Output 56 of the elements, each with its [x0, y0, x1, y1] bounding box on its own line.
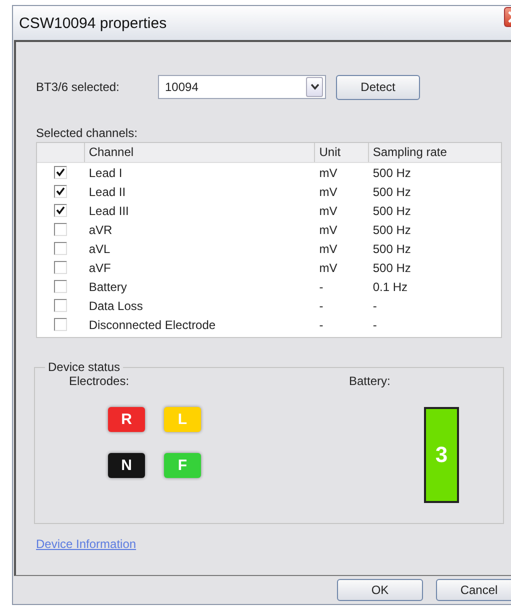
table-cell-text: Data Loss [88, 298, 144, 312]
table-cell-text: Lead I [88, 166, 124, 180]
section-label: Selected channels: [36, 126, 138, 142]
table-cell-text: Battery [88, 280, 128, 294]
device-label: BT3/6 selected: [36, 80, 120, 94]
table-cell-text: 500 Hz [372, 260, 412, 274]
electrodes-label: Electrodes: [69, 374, 130, 390]
table-cell-text: 500 Hz [372, 242, 412, 256]
table-cell-text: Lead II [88, 184, 127, 198]
column-header[interactable]: Channel [84, 143, 314, 162]
checkbox[interactable] [54, 261, 67, 274]
table-cell-text: - [372, 318, 378, 332]
dropdown-button[interactable] [306, 77, 323, 97]
electrode-indicator: N [108, 453, 145, 478]
table-cell-text: - [318, 318, 324, 332]
table-cell-text: mV [318, 260, 338, 274]
column-header[interactable]: Unit [314, 143, 368, 162]
checkbox[interactable] [54, 299, 67, 312]
table-cell-text: mV [318, 222, 338, 236]
table-cell-text: 500 Hz [372, 184, 412, 198]
table-cell-text: - [318, 298, 324, 312]
table-cell-text: mV [318, 184, 338, 198]
table-cell-text: - [372, 298, 378, 312]
table-cell-text: aVF [88, 260, 112, 274]
device-dropdown[interactable]: 10094 [158, 75, 326, 99]
table-cell-text: Lead III [88, 204, 130, 218]
checkbox[interactable] [54, 166, 67, 179]
group-title: Device status [47, 360, 122, 374]
column-header[interactable]: Sampling rate [368, 143, 501, 162]
battery-label: Battery: [349, 374, 392, 390]
table-cell-text: 500 Hz [372, 166, 412, 180]
table-cell-text: aVR [88, 222, 114, 236]
detect-button[interactable]: Detect [336, 74, 420, 100]
table-cell-text: 0.1 Hz [372, 280, 409, 294]
table-cell-text: aVL [88, 242, 112, 256]
dialog-button[interactable]: Cancel [436, 579, 511, 601]
checkbox[interactable] [54, 223, 67, 236]
table-cell-text: 500 Hz [372, 204, 412, 218]
dialog-button[interactable]: OK [337, 579, 423, 601]
battery-indicator: 3 [424, 407, 459, 503]
table-cell-text: mV [318, 204, 338, 218]
checkbox[interactable] [54, 280, 67, 293]
checkbox[interactable] [54, 242, 67, 255]
table-cell-text: - [318, 280, 324, 294]
table-cell-text: mV [318, 166, 338, 180]
electrode-indicator: R [108, 407, 145, 432]
table-cell-text: 500 Hz [372, 222, 412, 236]
window-title: CSW10094 properties [19, 14, 167, 32]
checkbox[interactable] [54, 185, 67, 198]
electrode-indicator: L [164, 407, 201, 432]
chevron-icon [310, 84, 318, 90]
checkbox[interactable] [54, 204, 67, 217]
checkbox[interactable] [54, 318, 67, 331]
table-cell-text: Disconnected Electrode [88, 318, 217, 332]
table-cell-text: mV [318, 242, 338, 256]
electrode-indicator: F [164, 453, 201, 478]
